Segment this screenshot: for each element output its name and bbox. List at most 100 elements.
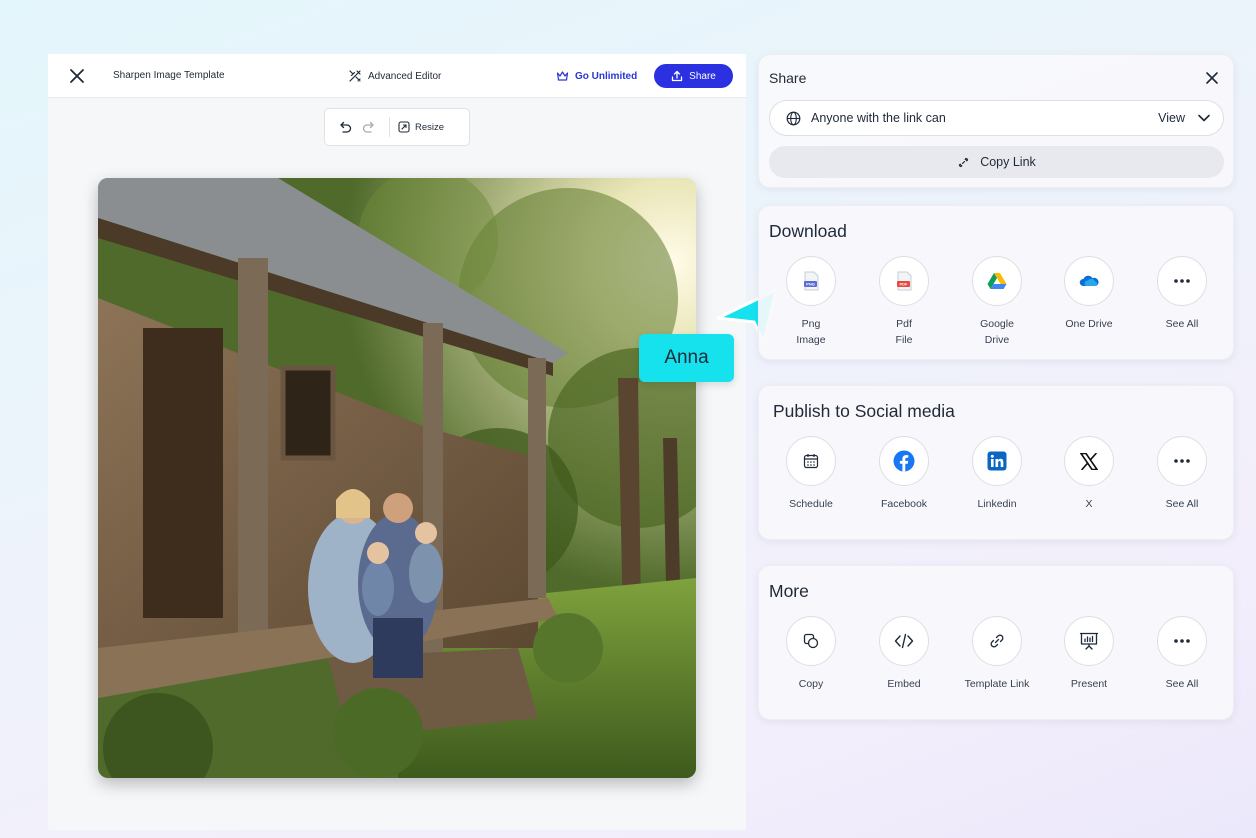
x-logo-icon xyxy=(1080,452,1098,470)
more-options: Copy Embed Template Link Present See All xyxy=(759,616,1235,716)
download-google-drive-button[interactable]: Google Drive xyxy=(952,256,1042,348)
pdf-option-circle: PDF xyxy=(879,256,929,306)
download-title: Download xyxy=(769,221,847,241)
download-see-all-button[interactable]: See All xyxy=(1137,256,1227,332)
social-title: Publish to Social media xyxy=(773,401,955,421)
toolbar-divider xyxy=(389,117,390,137)
more-option-label: Present xyxy=(1070,678,1108,690)
schedule-button[interactable]: Schedule xyxy=(766,436,856,512)
facebook-icon xyxy=(893,450,915,472)
more-dots-icon xyxy=(1174,459,1190,463)
template-link-option-circle xyxy=(972,616,1022,666)
more-see-all-button[interactable]: See All xyxy=(1137,616,1227,692)
calendar-icon xyxy=(803,454,819,469)
more-option-label: Template Link xyxy=(964,678,1030,690)
social-see-all-button[interactable]: See All xyxy=(1137,436,1227,512)
more-option-label: Embed xyxy=(887,678,921,690)
resize-icon xyxy=(398,121,410,133)
link-icon xyxy=(990,634,1004,648)
link-access-dropdown[interactable]: Anyone with the link can View xyxy=(769,100,1224,136)
present-button[interactable]: Present xyxy=(1044,616,1134,692)
onedrive-option-circle xyxy=(1064,256,1114,306)
resize-button[interactable]: Resize xyxy=(398,121,444,133)
see-all-option-circle xyxy=(1157,436,1207,486)
linkedin-icon xyxy=(987,451,1007,471)
template-link-button[interactable]: Template Link xyxy=(952,616,1042,692)
linkedin-button[interactable]: Linkedin xyxy=(952,436,1042,512)
share-button[interactable]: Share xyxy=(654,64,733,88)
svg-text:PNG: PNG xyxy=(806,282,815,287)
copy-option-circle xyxy=(786,616,836,666)
copy-link-label: Copy Link xyxy=(980,155,1036,169)
x-option-circle xyxy=(1064,436,1114,486)
undo-icon[interactable] xyxy=(337,119,353,135)
schedule-option-circle xyxy=(786,436,836,486)
download-options: PNG Png Image PDF Pdf File Google Drive … xyxy=(759,256,1235,356)
code-icon xyxy=(894,633,914,649)
social-option-label: See All xyxy=(1165,498,1199,510)
pdf-file-icon: PDF xyxy=(897,271,912,291)
collaborator-name-tag: Anna xyxy=(639,334,734,382)
download-option-label: See All xyxy=(1165,318,1199,330)
copy-link-button[interactable]: Copy Link xyxy=(769,146,1224,178)
download-panel: Download PNG Png Image PDF Pdf File Goog… xyxy=(758,205,1234,360)
download-onedrive-button[interactable]: One Drive xyxy=(1044,256,1134,332)
editor-window: Sharpen Image Template Advanced Editor G… xyxy=(48,54,746,830)
canvas-toolbar: Resize xyxy=(324,108,470,146)
copy-icon xyxy=(803,633,819,649)
advanced-editor-label: Advanced Editor xyxy=(368,70,442,82)
more-dots-icon xyxy=(1174,279,1190,283)
redo-icon[interactable] xyxy=(361,119,377,135)
social-panel: Publish to Social media Schedule Faceboo xyxy=(758,385,1234,540)
link-icon xyxy=(958,157,969,167)
facebook-button[interactable]: Facebook xyxy=(859,436,949,512)
download-option-label: Pdf File xyxy=(895,318,913,346)
family-porch-photo xyxy=(98,178,696,778)
resize-label: Resize xyxy=(415,121,445,133)
more-option-label: Copy xyxy=(798,678,824,690)
document-title: Sharpen Image Template xyxy=(113,70,225,81)
see-all-option-circle xyxy=(1157,616,1207,666)
advanced-editor-button[interactable]: Advanced Editor xyxy=(348,68,441,84)
facebook-option-circle xyxy=(879,436,929,486)
globe-icon xyxy=(786,111,801,125)
social-options: Schedule Facebook Linkedin X See All xyxy=(759,436,1235,536)
download-pdf-button[interactable]: PDF Pdf File xyxy=(859,256,949,348)
present-option-circle xyxy=(1064,616,1114,666)
link-access-text: Anyone with the link can xyxy=(811,111,946,125)
google-drive-icon xyxy=(987,273,1007,289)
more-title: More xyxy=(769,581,809,601)
download-option-label: One Drive xyxy=(1065,318,1113,330)
access-level-value: View xyxy=(1158,111,1185,125)
canvas-photo[interactable] xyxy=(98,178,696,778)
download-option-label: Png Image xyxy=(796,318,826,346)
more-dots-icon xyxy=(1174,639,1190,643)
editor-topbar: Sharpen Image Template Advanced Editor G… xyxy=(48,54,746,98)
close-icon[interactable] xyxy=(1205,71,1219,85)
chevron-down-icon xyxy=(1198,114,1210,122)
more-option-label: See All xyxy=(1165,678,1199,690)
social-option-label: Schedule xyxy=(789,498,833,510)
social-option-label: Facebook xyxy=(880,498,928,510)
x-button[interactable]: X xyxy=(1044,436,1134,512)
copy-button[interactable]: Copy xyxy=(766,616,856,692)
png-file-icon: PNG xyxy=(804,271,819,291)
close-icon[interactable] xyxy=(68,67,86,85)
share-panel: Share Anyone with the link can View Copy… xyxy=(758,54,1234,188)
linkedin-option-circle xyxy=(972,436,1022,486)
more-panel: More Copy Embed Template Link Present Se… xyxy=(758,565,1234,720)
embed-button[interactable]: Embed xyxy=(859,616,949,692)
onedrive-icon xyxy=(1079,275,1099,286)
tools-icon xyxy=(349,70,361,82)
download-option-label: Google Drive xyxy=(980,318,1014,346)
social-option-label: Linkedin xyxy=(977,498,1017,510)
crown-icon xyxy=(556,71,569,81)
go-unlimited-button[interactable]: Go Unlimited xyxy=(556,68,637,84)
presentation-icon xyxy=(1079,632,1099,650)
see-all-option-circle xyxy=(1157,256,1207,306)
download-png-button[interactable]: PNG Png Image xyxy=(766,256,856,348)
go-unlimited-label: Go Unlimited xyxy=(575,70,638,82)
share-button-label: Share xyxy=(689,70,716,82)
google-drive-option-circle xyxy=(972,256,1022,306)
embed-option-circle xyxy=(879,616,929,666)
